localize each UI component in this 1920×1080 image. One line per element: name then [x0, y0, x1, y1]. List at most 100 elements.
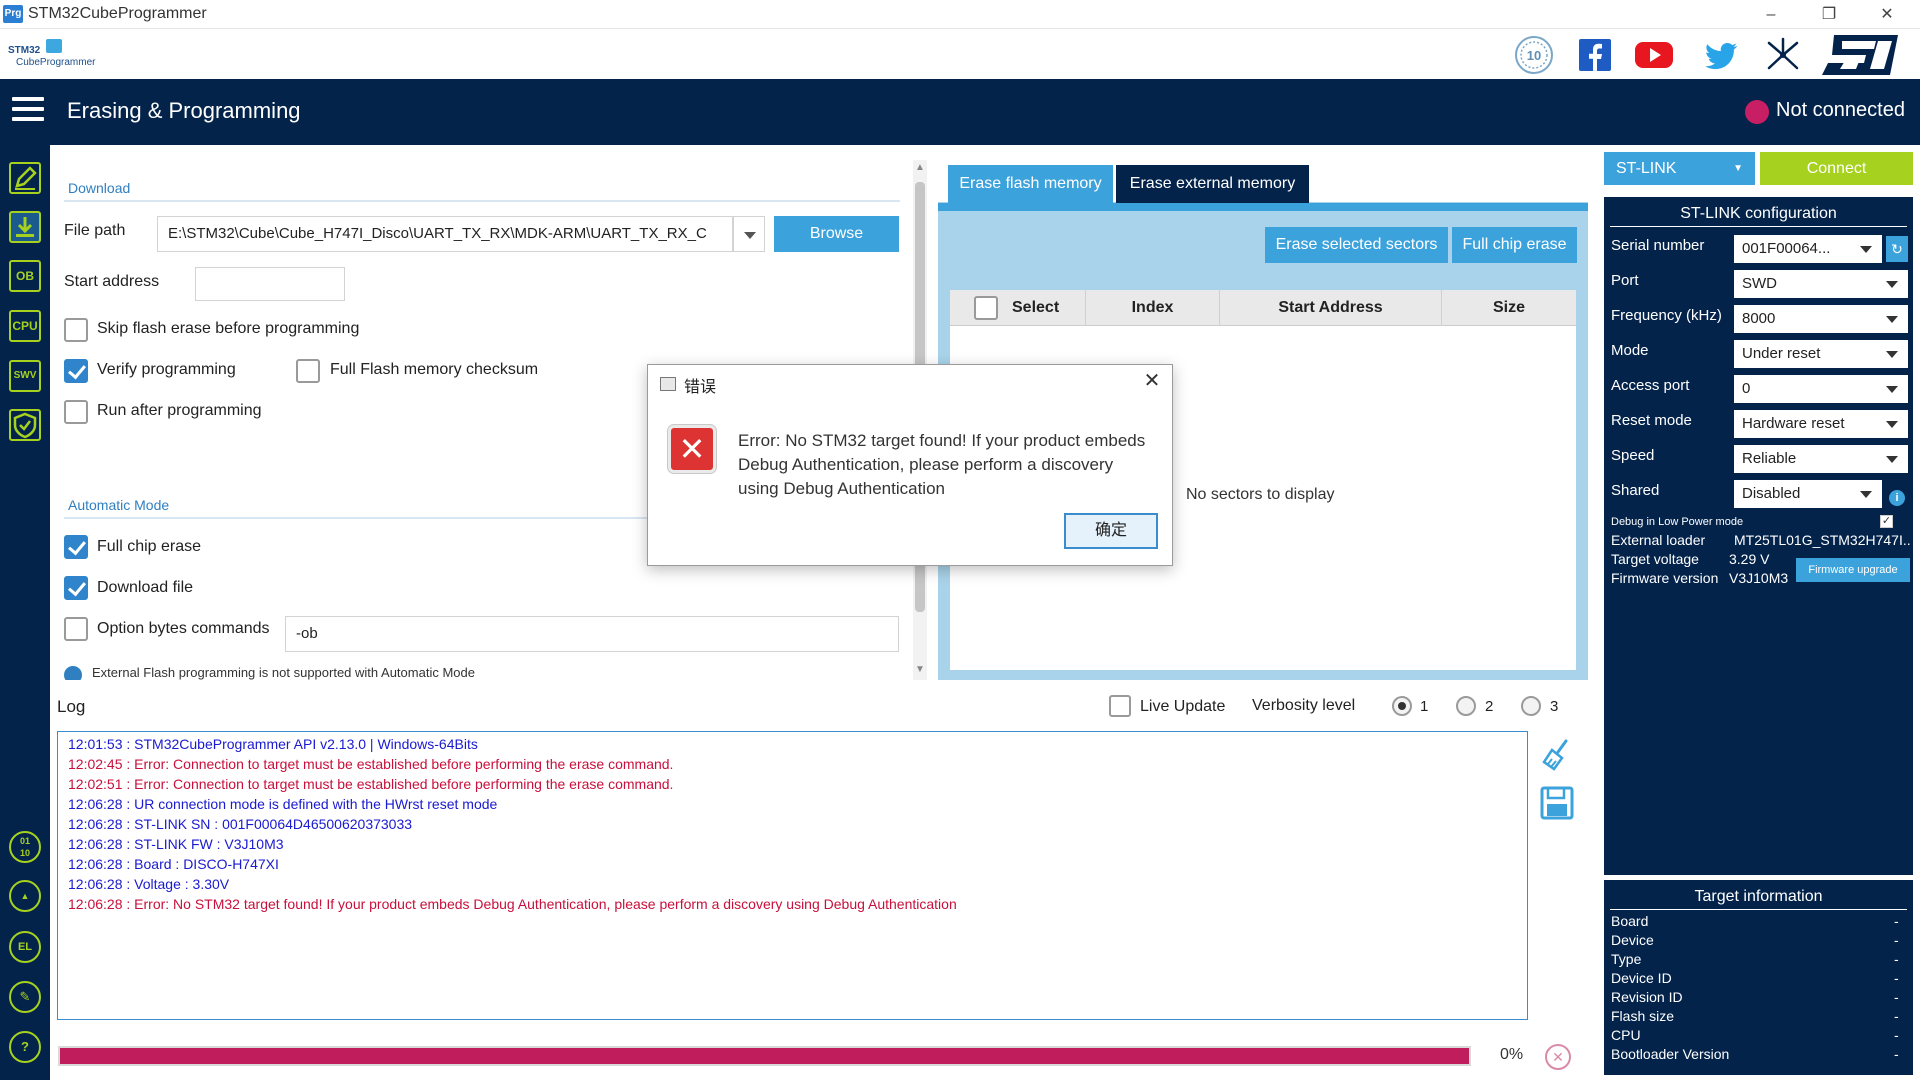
shared-select[interactable]: Disabled [1734, 480, 1882, 508]
st-logo-icon[interactable] [1820, 33, 1900, 77]
help-icon[interactable]: ? [9, 1031, 41, 1063]
target-info-value: - [1894, 970, 1899, 986]
verbosity-option-label: 3 [1550, 698, 1559, 715]
auto-full-chip-erase-checkbox[interactable] [64, 535, 88, 559]
access-port-select[interactable]: 0 [1734, 375, 1908, 403]
speed-select[interactable]: Reliable [1734, 445, 1908, 473]
download-file-checkbox[interactable] [64, 576, 88, 600]
info-icon [64, 666, 82, 680]
edit-pen-icon[interactable]: ✎ [9, 981, 41, 1013]
empty-table-message: No sectors to display [1186, 486, 1335, 503]
beta-upload-icon[interactable]: ▲ [9, 880, 41, 912]
full-chip-erase-button[interactable]: Full chip erase [1452, 227, 1577, 263]
run-after-programming-label: Run after programming [97, 402, 262, 419]
column-index[interactable]: Index [1086, 290, 1220, 326]
start-address-input[interactable] [195, 267, 345, 301]
table-header: Select Index Start Address Size [950, 290, 1576, 326]
firmware-upgrade-button[interactable]: Firmware upgrade [1796, 558, 1910, 582]
file-path-input[interactable]: E:\STM32\Cube\Cube_H747I_Disco\UART_TX_R… [157, 216, 733, 252]
live-update-label: Live Update [1140, 698, 1226, 715]
full-flash-checksum-checkbox[interactable] [296, 359, 320, 383]
target-info-label: Bootloader Version [1611, 1046, 1730, 1062]
target-info-label: Type [1611, 951, 1642, 967]
option-bytes-input[interactable]: -ob [285, 616, 899, 652]
cpu-icon[interactable]: CPU [9, 310, 41, 342]
mode-select[interactable]: Under reset [1734, 340, 1908, 368]
column-select[interactable]: Select [950, 290, 1086, 326]
menu-icon[interactable] [12, 97, 44, 125]
twitter-icon[interactable] [1702, 35, 1742, 75]
option-bytes-checkbox[interactable] [64, 617, 88, 641]
serial-number-select[interactable]: 001F00064... [1734, 235, 1882, 263]
log-line: 12:01:53 : STM32CubeProgrammer API v2.13… [68, 736, 478, 752]
column-size[interactable]: Size [1442, 290, 1576, 326]
select-all-checkbox[interactable] [974, 296, 998, 320]
refresh-icon[interactable]: ↻ [1886, 236, 1908, 262]
skip-erase-checkbox[interactable] [64, 318, 88, 342]
save-log-icon[interactable] [1540, 786, 1574, 820]
port-label: Port [1611, 272, 1639, 289]
tab-erase-external-memory[interactable]: Erase external memory [1116, 165, 1309, 203]
debug-low-power-checkbox[interactable]: ✓ [1880, 515, 1893, 528]
connection-status-text: Not connected [1776, 99, 1905, 121]
erasing-programming-icon[interactable] [9, 211, 41, 243]
target-info-value: - [1894, 932, 1899, 948]
dialog-title: 错误 [684, 379, 717, 396]
clear-log-broom-icon[interactable] [1540, 738, 1574, 772]
youtube-icon[interactable] [1634, 35, 1674, 75]
connection-status-dot [1745, 100, 1769, 124]
option-bytes-label: Option bytes commands [97, 620, 270, 637]
browse-button[interactable]: Browse [774, 216, 899, 252]
info-icon[interactable]: i [1889, 490, 1905, 506]
el-icon[interactable]: EL [9, 931, 41, 963]
live-update-checkbox[interactable] [1109, 695, 1131, 717]
verify-programming-checkbox[interactable] [64, 359, 88, 383]
verbosity-radio-2[interactable] [1456, 696, 1476, 716]
dialog-close-icon[interactable]: ✕ [1140, 369, 1164, 393]
frequency-label: Frequency (kHz) [1611, 307, 1722, 324]
scroll-down-icon[interactable]: ▼ [915, 664, 925, 675]
file-path-dropdown-icon[interactable] [733, 216, 765, 252]
scroll-up-icon[interactable]: ▲ [915, 162, 925, 173]
stlink-config-title: ST-LINK configuration [1680, 205, 1837, 222]
cancel-operation-icon[interactable]: ✕ [1545, 1044, 1571, 1070]
target-info-label: Device [1611, 932, 1654, 948]
frequency-select[interactable]: 8000 [1734, 305, 1908, 333]
reset-mode-select[interactable]: Hardware reset [1734, 410, 1908, 438]
target-info-value: - [1894, 1027, 1899, 1043]
anniversary-10-icon[interactable]: 10 [1514, 35, 1554, 75]
verbosity-radio-3[interactable] [1521, 696, 1541, 716]
connect-button[interactable]: Connect [1760, 152, 1913, 185]
verbosity-option-label: 1 [1420, 698, 1429, 715]
erase-selected-sectors-button[interactable]: Erase selected sectors [1265, 227, 1448, 263]
target-info-title: Target information [1694, 888, 1823, 905]
interface-select[interactable]: ST-LINK ▼ [1604, 152, 1755, 185]
column-start-address[interactable]: Start Address [1220, 290, 1442, 326]
memory-editing-icon[interactable] [9, 162, 41, 194]
verbosity-radio-1[interactable] [1392, 696, 1412, 716]
facebook-icon[interactable] [1575, 35, 1615, 75]
dialog-ok-button[interactable]: 确定 [1064, 513, 1158, 549]
log-line: 12:06:28 : ST-LINK SN : 001F00064D465006… [68, 816, 413, 832]
tab-erase-flash-memory[interactable]: Erase flash memory [948, 165, 1113, 203]
firmware-version-label: Firmware version [1611, 570, 1719, 586]
minimize-button[interactable]: – [1742, 0, 1800, 29]
binary-10-icon[interactable]: 01 10 [9, 831, 41, 863]
target-voltage-value: 3.29 V [1729, 551, 1770, 567]
start-address-label: Start address [64, 273, 160, 290]
shared-label: Shared [1611, 482, 1660, 499]
log-output[interactable]: 12:01:53 : STM32CubeProgrammer API v2.13… [57, 731, 1528, 1020]
target-info-label: Revision ID [1611, 989, 1683, 1005]
maximize-button[interactable]: ❐ [1800, 0, 1858, 29]
option-bytes-icon[interactable]: OB [9, 260, 41, 292]
security-shield-icon[interactable] [9, 409, 41, 441]
full-flash-checksum-label: Full Flash memory checksum [330, 361, 539, 378]
run-after-programming-checkbox[interactable] [64, 400, 88, 424]
close-window-button[interactable]: ✕ [1858, 0, 1916, 29]
file-path-label: File path [64, 222, 126, 239]
log-line: 12:02:51 : Error: Connection to target m… [68, 776, 674, 792]
swv-icon[interactable]: SWV [9, 360, 41, 392]
chevron-down-icon: ▼ [1733, 163, 1743, 174]
network-share-icon[interactable] [1763, 35, 1803, 75]
port-select[interactable]: SWD [1734, 270, 1908, 298]
